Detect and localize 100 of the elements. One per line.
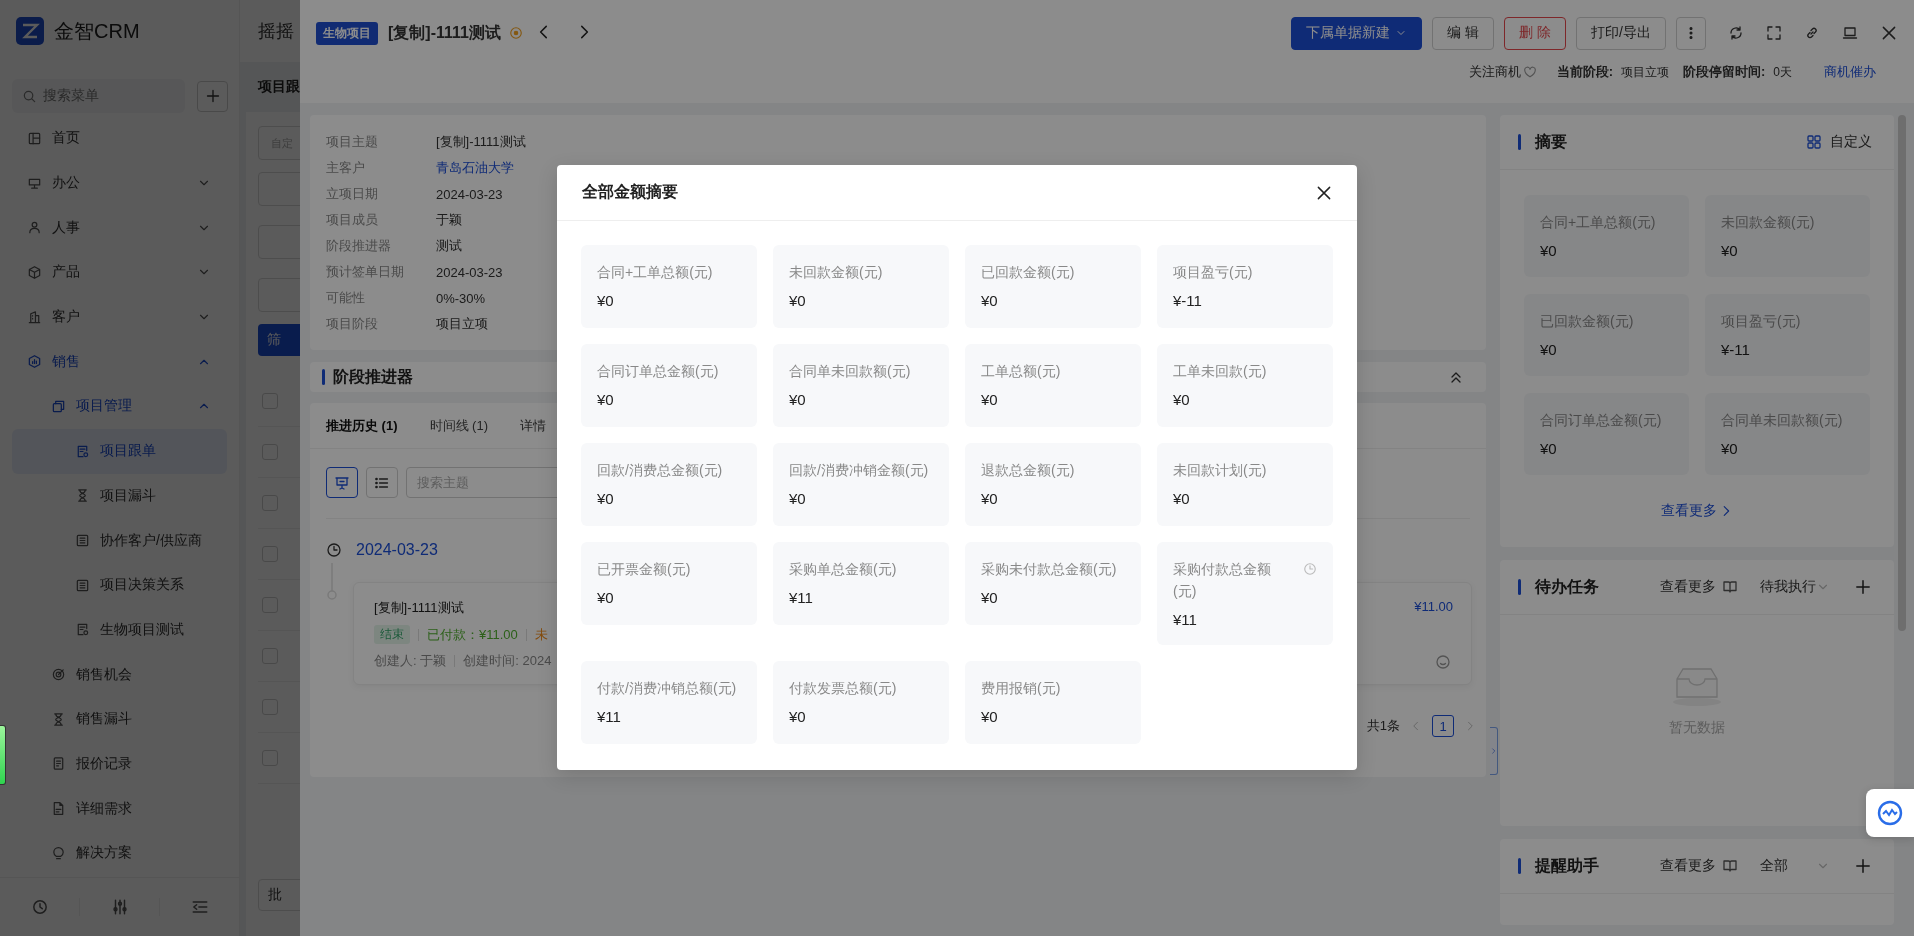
amount-label: 付款/消费冲销总额(元): [597, 679, 737, 698]
menu-item[interactable]: 人事: [12, 205, 227, 251]
view-more-link[interactable]: 查看更多: [1661, 502, 1733, 520]
amount-label: 项目盈亏(元): [1173, 263, 1253, 282]
status-tag: 结束: [374, 625, 410, 644]
amount-label: 已开票金额(元): [597, 560, 691, 579]
panel-title: 摘要: [1535, 131, 1567, 152]
edit-button[interactable]: 编 辑: [1432, 16, 1495, 50]
amount-value: ¥0: [1721, 439, 1739, 459]
panel-title: 待办任务: [1535, 576, 1599, 597]
amount-label: 工单总额(元): [981, 362, 1061, 381]
view-more-link[interactable]: 查看更多: [1660, 578, 1738, 596]
menu-item[interactable]: 项目跟单: [12, 428, 227, 474]
menu-item[interactable]: 生物项目测试: [12, 607, 227, 653]
tab[interactable]: 详情: [520, 416, 546, 435]
menu-item[interactable]: 首页: [12, 116, 227, 161]
menu-item[interactable]: 销售漏斗: [12, 696, 227, 742]
amount-value: ¥0: [981, 489, 999, 509]
amount-value: ¥0: [981, 588, 999, 608]
amount-value: ¥11: [597, 707, 622, 727]
amount-value: ¥-11: [1173, 291, 1203, 311]
filter-button[interactable]: 筛: [258, 324, 301, 356]
export-button[interactable]: 打印/导出: [1576, 16, 1666, 50]
customer-link[interactable]: 青岛石油大学: [436, 159, 514, 177]
menu-item[interactable]: 协作客户/供应商: [12, 518, 227, 563]
amount-label: 退款总金额(元): [981, 461, 1075, 480]
menu-item[interactable]: 项目管理: [12, 384, 227, 429]
amount-label: 费用报销(元): [981, 679, 1061, 698]
field-label: 项目成员: [326, 211, 379, 229]
follow-label[interactable]: 关注商机: [1468, 63, 1521, 81]
field-value: 0%-30%: [436, 290, 486, 306]
menu-item[interactable]: 解决方案: [12, 831, 227, 876]
amount-value: ¥0: [1540, 340, 1558, 360]
menu-item[interactable]: 客户: [12, 294, 227, 340]
total-count: 共1条: [1366, 717, 1400, 735]
creator: 创建人: 于颖: [374, 652, 447, 670]
field-value: [复制]-1111测试: [436, 133, 526, 151]
amount-value: ¥0: [981, 707, 999, 727]
customize-button[interactable]: 自定义: [1806, 133, 1872, 151]
amount-value: ¥0: [789, 390, 807, 410]
amount-label: 采购单总金额(元): [789, 560, 897, 579]
amount-value: ¥0: [597, 390, 615, 410]
amount-label: 未回款金额(元): [789, 263, 883, 282]
view-more-link[interactable]: 查看更多: [1660, 857, 1738, 875]
unpaid-amount: 未: [534, 625, 548, 644]
amount-value: ¥0: [1540, 241, 1558, 261]
paid-amount: 已付款：¥11.00: [427, 625, 518, 644]
created-time: 创建时间: 2024: [463, 652, 552, 670]
urge-link[interactable]: 商机催办: [1824, 63, 1876, 81]
app-name: 金智CRM: [54, 18, 140, 44]
stay-label: 阶段停留时间:: [1682, 63, 1766, 81]
type-tag: 生物项目: [316, 21, 378, 45]
field-value: 2024-03-23: [436, 264, 503, 280]
field-label: 阶段推进器: [326, 237, 392, 255]
amount-label: 采购未付款总金额(元): [981, 560, 1117, 579]
tab[interactable]: 时间线 (1): [429, 416, 488, 435]
amount-value: ¥0: [1721, 241, 1739, 261]
amount-label: 采购付款总金额(元): [1173, 560, 1272, 601]
amount-value: ¥0: [789, 707, 807, 727]
amount-value: ¥0: [789, 489, 807, 509]
amount-value: ¥11: [1173, 610, 1198, 630]
stay-value: 0天: [1773, 63, 1792, 81]
menu-item[interactable]: 报价记录: [12, 741, 227, 787]
field-value: 项目立项: [436, 315, 488, 333]
stage-value: 项目立项: [1620, 63, 1669, 81]
menu-item[interactable]: 产品: [12, 250, 227, 295]
amount-value: ¥0: [597, 291, 615, 311]
menu-item[interactable]: 办公: [12, 160, 227, 206]
delete-button[interactable]: 删 除: [1504, 16, 1567, 50]
amount-value: ¥0: [981, 291, 999, 311]
filter-dropdown[interactable]: 全部: [1760, 857, 1830, 875]
field-label: 可能性: [326, 289, 366, 307]
amount-value: ¥0: [981, 390, 999, 410]
dialog-title: 全部金额摘要: [582, 182, 678, 202]
menu-item[interactable]: 项目漏斗: [12, 473, 227, 519]
menu-item[interactable]: 销售: [12, 339, 227, 385]
amount-label: 付款发票总额(元): [789, 679, 897, 698]
amount-value: ¥0: [1540, 439, 1558, 459]
entry-amount: ¥11.00: [1414, 599, 1453, 614]
section-title: 阶段推进器: [333, 366, 413, 387]
panel-title: 提醒助手: [1535, 855, 1599, 876]
menu-item[interactable]: 详细需求: [12, 786, 227, 831]
menu-item[interactable]: 项目决策关系: [12, 562, 227, 608]
tab[interactable]: 推进历史 (1): [326, 416, 398, 435]
amount-value: ¥0: [597, 588, 615, 608]
page-title: 摇摇: [258, 20, 294, 43]
tab-title[interactable]: 项目跟: [258, 78, 300, 96]
field-value: 测试: [436, 237, 462, 255]
amount-value: ¥0: [789, 291, 807, 311]
new-document-button[interactable]: 下属单据新建: [1291, 16, 1423, 50]
menu-item[interactable]: 销售机会: [12, 652, 227, 697]
entry-title: [复制]-1111测试: [374, 599, 465, 617]
batch-button[interactable]: 批: [258, 879, 301, 911]
page-number[interactable]: 1: [1432, 715, 1454, 737]
field-label: 项目主题: [326, 133, 379, 151]
amount-label: 合同订单总金额(元): [597, 362, 719, 381]
record-title: [复制]-1111测试: [388, 22, 501, 43]
field-value: 于颖: [436, 211, 462, 229]
amount-label: 合同+工单总额(元): [597, 263, 713, 282]
filter-dropdown[interactable]: 待我执行: [1760, 578, 1830, 596]
